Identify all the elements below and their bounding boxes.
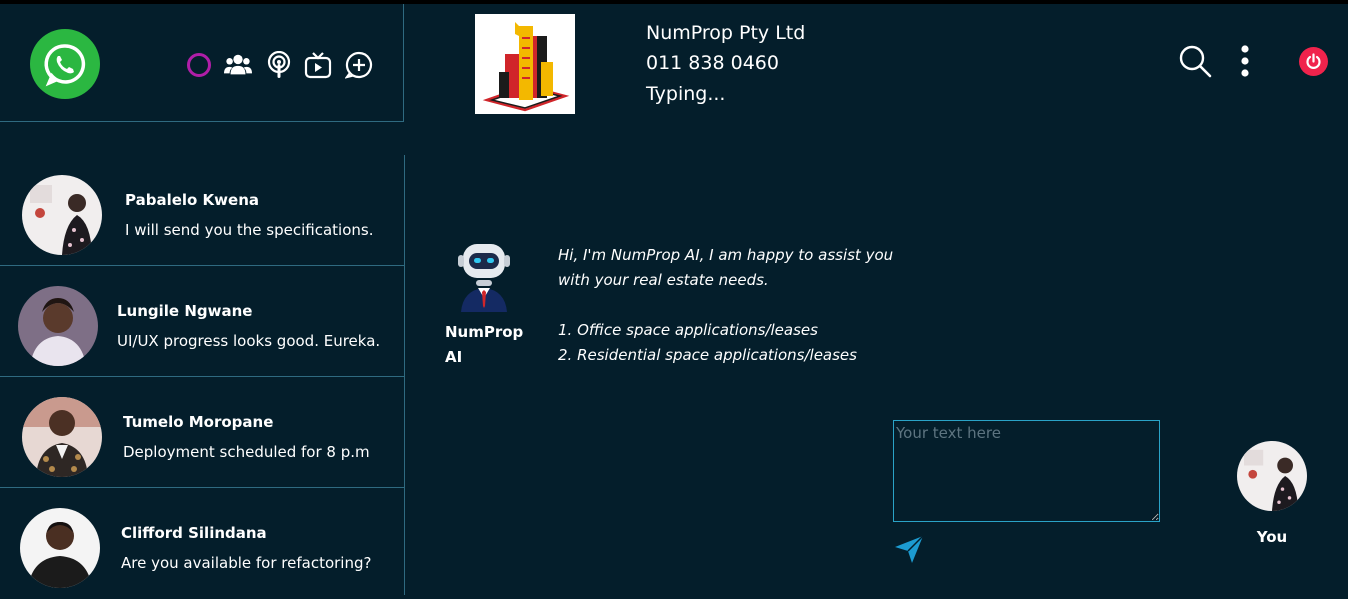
contact-phone: 011 838 0460 [646,52,779,74]
avatar [22,397,102,477]
left-header [0,4,404,122]
new-chat-icon[interactable] [345,51,373,79]
chat-list-item[interactable]: Clifford Silindana Are you available for… [0,488,404,599]
chat-list-item[interactable]: Tumelo Moropane Deployment scheduled for… [0,377,404,488]
chat-list: Pabalelo Kwena I will send you the speci… [0,155,405,595]
whatsapp-logo-icon[interactable] [30,29,100,99]
user-label: You [1256,528,1288,546]
contact-typing-status: Typing... [646,83,726,105]
chat-list-item[interactable]: Lungile Ngwane UI/UX progress looks good… [0,266,404,377]
chat-name: Tumelo Moropane [123,413,274,431]
chat-last-message: Deployment scheduled for 8 p.m [123,443,370,461]
contact-name: NumProp Pty Ltd [646,22,806,44]
channels-icon[interactable] [265,51,293,79]
video-icon[interactable] [304,51,332,79]
bot-message-option: 1. Office space applications/leases [558,321,818,339]
chat-name: Lungile Ngwane [117,302,253,320]
chat-last-message: I will send you the specifications. [125,221,374,239]
bot-message-intro: Hi, I'm NumProp AI, I am happy to assist… [558,246,894,289]
bot-message: Hi, I'm NumProp AI, I am happy to assist… [558,243,918,368]
avatar [18,286,98,366]
avatar [22,175,102,255]
communities-icon[interactable] [224,51,252,79]
message-input[interactable] [893,420,1160,522]
bot-name: NumProp AI [445,323,524,366]
chat-last-message: Are you available for refactoring? [121,554,372,572]
chat-last-message: UI/UX progress looks good. Eureka. [117,332,381,350]
chat-name: Pabalelo Kwena [125,191,260,209]
avatar [20,508,100,588]
chat-name: Clifford Silindana [121,524,267,542]
user-avatar[interactable] [1237,441,1307,511]
more-options-icon[interactable] [1235,44,1255,78]
status-icon[interactable] [185,51,213,79]
bot-avatar-icon [455,240,513,314]
send-icon[interactable] [893,533,925,565]
search-icon[interactable] [1178,44,1212,78]
bot-message-option: 2. Residential space applications/leases [558,346,857,364]
power-icon[interactable] [1299,47,1328,76]
chat-list-item[interactable]: Pabalelo Kwena I will send you the speci… [0,155,404,266]
contact-logo[interactable] [475,14,575,114]
